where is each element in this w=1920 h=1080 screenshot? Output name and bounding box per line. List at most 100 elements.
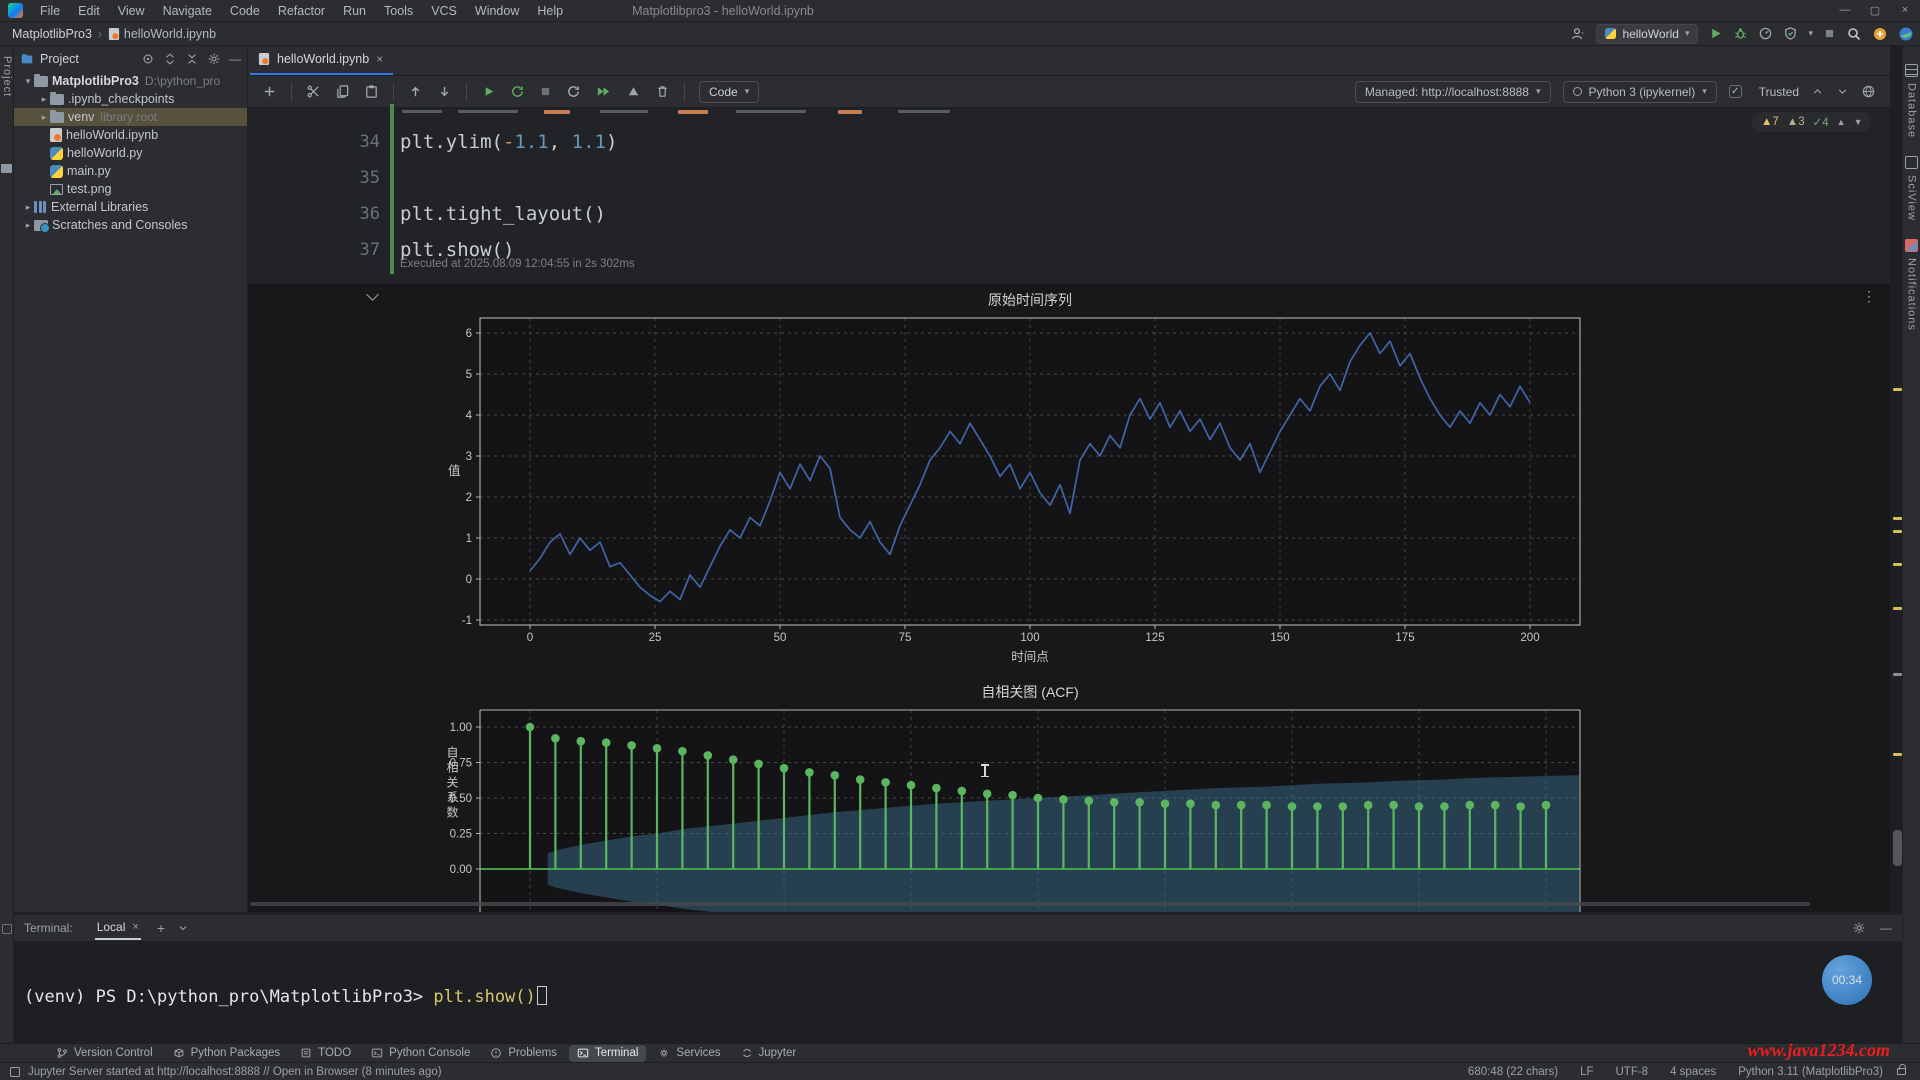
menu-edit[interactable]: Edit: [71, 2, 107, 20]
search-everywhere-icon[interactable]: [1846, 26, 1862, 42]
open-in-browser-icon[interactable]: [1861, 84, 1876, 99]
tree-item--ipynb-checkpoints[interactable]: ▸.ipynb_checkpoints: [14, 90, 247, 108]
cut-cell-icon[interactable]: [306, 84, 321, 99]
tree-item-test-png[interactable]: test.png: [14, 180, 247, 198]
tab-helloworld-ipynb[interactable]: helloWorld.ipynb ×: [250, 45, 393, 75]
cell-type-dropdown[interactable]: Code ▾: [699, 81, 759, 103]
trusted-checkbox[interactable]: ✓: [1729, 85, 1742, 98]
breadcrumb-file[interactable]: helloWorld.ipynb: [124, 27, 216, 41]
menu-navigate[interactable]: Navigate: [156, 2, 219, 20]
copy-cell-icon[interactable]: [335, 84, 350, 99]
rerun-icon[interactable]: [566, 84, 581, 99]
minimize-button[interactable]: —: [1830, 4, 1860, 17]
restart-kernel-icon[interactable]: [510, 84, 525, 99]
caret-position[interactable]: 680:48 (22 chars): [1468, 1066, 1558, 1078]
python-interpreter[interactable]: Python 3.11 (MatplotlibPro3): [1738, 1066, 1883, 1078]
tool-window-button-services[interactable]: Services: [650, 1045, 728, 1062]
status-message[interactable]: Jupyter Server started at http://localho…: [28, 1066, 442, 1078]
hide-terminal-icon[interactable]: —: [1880, 921, 1892, 935]
stripe-sciview-item[interactable]: SciView: [1903, 156, 1920, 221]
user-avatar-icon[interactable]: [1898, 26, 1914, 42]
editor-scrollbar-thumb[interactable]: [1893, 830, 1902, 866]
interrupt-kernel-icon[interactable]: [626, 84, 641, 99]
close-button[interactable]: ×: [1890, 4, 1920, 17]
move-cell-up-icon[interactable]: [408, 84, 423, 99]
indent-setting[interactable]: 4 spaces: [1670, 1066, 1716, 1078]
menu-vcs[interactable]: VCS: [424, 2, 464, 20]
tree-item-main-py[interactable]: main.py: [14, 162, 247, 180]
tool-window-button-terminal[interactable]: Terminal: [569, 1045, 646, 1062]
delete-cell-icon[interactable]: [655, 84, 670, 99]
kernel-dropdown[interactable]: Python 3 (ipykernel) ▾: [1563, 81, 1717, 103]
scroll-up-cell-icon[interactable]: [1811, 85, 1824, 98]
menu-view[interactable]: View: [111, 2, 152, 20]
close-tab-icon[interactable]: ×: [376, 52, 383, 66]
tool-window-button-version-control[interactable]: Version Control: [48, 1045, 161, 1062]
collapse-output-icon[interactable]: [366, 288, 379, 301]
terminal-dropdown-icon[interactable]: [177, 922, 189, 934]
gear-icon[interactable]: [207, 52, 221, 66]
maximize-button[interactable]: ▢: [1860, 4, 1890, 17]
stripe-database-item[interactable]: Database: [1903, 64, 1920, 138]
menu-tools[interactable]: Tools: [377, 2, 420, 20]
close-terminal-tab-icon[interactable]: ×: [132, 921, 138, 933]
move-cell-down-icon[interactable]: [437, 84, 452, 99]
current-user-icon[interactable]: [1570, 26, 1586, 42]
menu-run[interactable]: Run: [336, 2, 373, 20]
tool-window-button-python-console[interactable]: Python Console: [363, 1045, 478, 1062]
tree-item-matplotlibpro3[interactable]: ▾MatplotlibPro3D:\python_pro: [14, 72, 247, 90]
code-line-34[interactable]: 34plt.ylim(-1.1, 1.1): [248, 124, 1890, 160]
next-problem-icon[interactable]: ▼: [1854, 117, 1863, 127]
code-line-35[interactable]: 35: [248, 160, 1890, 196]
run-with-coverage-button[interactable]: [1783, 26, 1798, 41]
stop-button[interactable]: [1823, 27, 1836, 40]
stop-kernel-icon[interactable]: [539, 85, 552, 98]
run-all-cells-icon[interactable]: [595, 84, 612, 99]
menu-window[interactable]: Window: [468, 2, 526, 20]
tool-window-button-problems[interactable]: Problems: [482, 1045, 565, 1062]
tool-window-button-jupyter[interactable]: Jupyter: [733, 1045, 805, 1062]
line-ending[interactable]: LF: [1580, 1066, 1593, 1078]
expand-all-icon[interactable]: [163, 52, 177, 66]
terminal-settings-icon[interactable]: [1852, 921, 1866, 935]
breadcrumb-project[interactable]: MatplotlibPro3: [12, 27, 92, 41]
menu-help[interactable]: Help: [530, 2, 570, 20]
tree-item-external-libraries[interactable]: ▸External Libraries: [14, 198, 247, 216]
output-scrollbar[interactable]: [250, 902, 1810, 906]
file-encoding[interactable]: UTF-8: [1615, 1066, 1648, 1078]
run-button[interactable]: [1708, 26, 1723, 41]
project-panel-title[interactable]: Project: [40, 52, 79, 66]
tree-item-helloworld-py[interactable]: helloWorld.py: [14, 144, 247, 162]
run-configuration-dropdown[interactable]: helloWorld ▾: [1596, 24, 1698, 44]
menu-code[interactable]: Code: [223, 2, 267, 20]
menu-file[interactable]: File: [33, 2, 67, 20]
inspections-widget[interactable]: ▲7 ▲3 ✓4 ▲ ▼: [1752, 112, 1871, 132]
prev-problem-icon[interactable]: ▲: [1837, 117, 1846, 127]
output-kebab-icon[interactable]: ⋮: [1862, 288, 1876, 305]
code-line-36[interactable]: 36plt.tight_layout(): [248, 196, 1890, 232]
hide-panel-icon[interactable]: —: [229, 52, 241, 66]
folder-stripe-icon[interactable]: [1, 164, 12, 173]
terminal-output[interactable]: (venv) PS D:\python_pro\MatplotlibPro3> …: [14, 942, 1902, 1007]
chevron-down-icon[interactable]: ▾: [1808, 28, 1813, 39]
stripe-icon[interactable]: [2, 924, 12, 934]
add-cell-icon[interactable]: [262, 84, 277, 99]
tree-item-venv[interactable]: ▸venvlibrary root: [14, 108, 247, 126]
tool-window-button-python-packages[interactable]: Python Packages: [165, 1045, 289, 1062]
lock-icon[interactable]: [1897, 1068, 1906, 1075]
notification-plugin-icon[interactable]: [1872, 26, 1888, 42]
run-cell-icon[interactable]: [481, 84, 496, 99]
stripe-notifications-item[interactable]: Notifications: [1903, 239, 1920, 331]
debug-button[interactable]: [1733, 26, 1748, 41]
tree-item-scratches-and-consoles[interactable]: ▸Scratches and Consoles: [14, 216, 247, 234]
terminal-tab-local[interactable]: Local×: [95, 916, 141, 940]
locate-file-icon[interactable]: [141, 52, 155, 66]
profiler-button[interactable]: [1758, 26, 1773, 41]
stripe-project-label[interactable]: Project: [1, 56, 13, 97]
menu-refactor[interactable]: Refactor: [271, 2, 332, 20]
paste-cell-icon[interactable]: [364, 84, 379, 99]
tool-window-button-todo[interactable]: TODO: [292, 1045, 359, 1062]
jupyter-server-dropdown[interactable]: Managed: http://localhost:8888 ▾: [1355, 81, 1551, 103]
terminal-panel-title[interactable]: Terminal:: [24, 921, 73, 935]
new-terminal-icon[interactable]: +: [157, 920, 165, 936]
